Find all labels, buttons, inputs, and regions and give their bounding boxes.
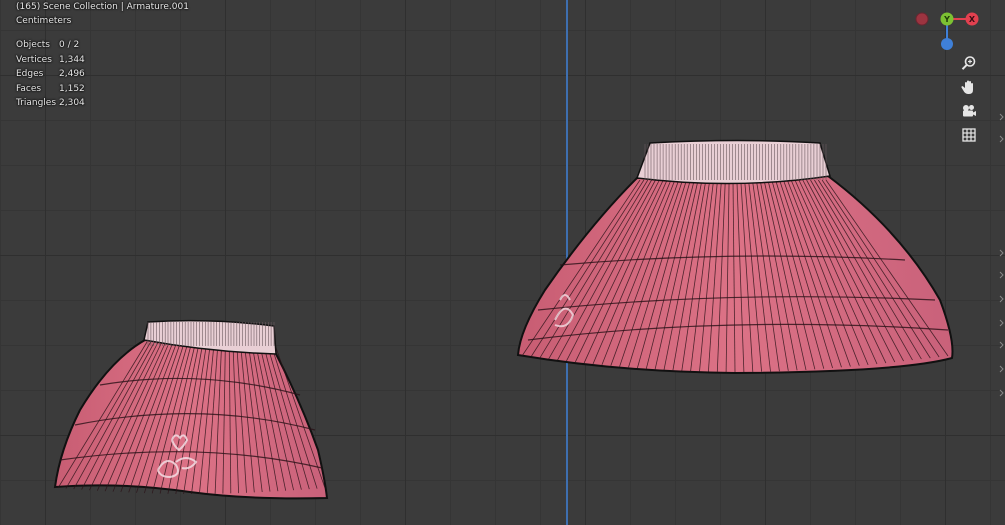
gizmo-x-label: X: [969, 15, 976, 24]
stat-value: 0 / 2: [59, 40, 80, 50]
viewport-title: (165) Scene Collection | Armature.001: [16, 2, 189, 12]
gizmo-x-neg: [915, 12, 929, 26]
stat-row-triangles: Triangles 2,304: [16, 96, 85, 111]
stat-label: Objects: [16, 40, 51, 50]
skirt-mesh-right[interactable]: [516, 139, 954, 375]
pan-button[interactable]: [957, 76, 981, 98]
scene-geometry: [53, 139, 954, 500]
stat-value: 1,344: [59, 54, 85, 65]
gizmo-z-neg: [941, 38, 953, 50]
zoom-icon: [961, 56, 976, 70]
hand-pan-icon: [961, 80, 973, 94]
stat-value: 2,304: [59, 98, 85, 108]
stat-label: Triangles: [16, 98, 57, 108]
ortho-toggle-button[interactable]: [957, 124, 981, 146]
camera-icon: [963, 105, 976, 117]
stat-label: Vertices: [16, 54, 52, 65]
stat-label: Faces: [16, 83, 42, 94]
stat-row-objects: Objects 0 / 2: [16, 38, 85, 53]
statistics-overlay: Objects 0 / 2 Vertices 1,344 Edges 2,496…: [16, 38, 85, 111]
stat-value: 2,496: [59, 69, 85, 79]
skirt-right-band-lines: [644, 144, 827, 180]
camera-view-button[interactable]: [957, 100, 981, 122]
gizmo-y-label: Y: [943, 15, 950, 24]
stat-row-edges: Edges 2,496: [16, 67, 85, 82]
stat-label: Edges: [16, 69, 44, 79]
sidebar-edge-tabs[interactable]: [999, 100, 1005, 400]
stat-row-vertices: Vertices 1,344: [16, 53, 85, 68]
zoom-button[interactable]: [957, 52, 981, 74]
units-label: Centimeters: [16, 16, 72, 26]
navigation-gizmo[interactable]: X Y: [912, 8, 982, 54]
stat-value: 1,152: [59, 83, 85, 94]
stat-row-faces: Faces 1,152: [16, 82, 85, 97]
skirt-mesh-left[interactable]: [53, 319, 329, 500]
skirt-left-body: [53, 338, 329, 500]
3d-viewport[interactable]: (165) Scene Collection | Armature.001 Ce…: [0, 0, 1005, 525]
grid-icon: [962, 128, 976, 142]
